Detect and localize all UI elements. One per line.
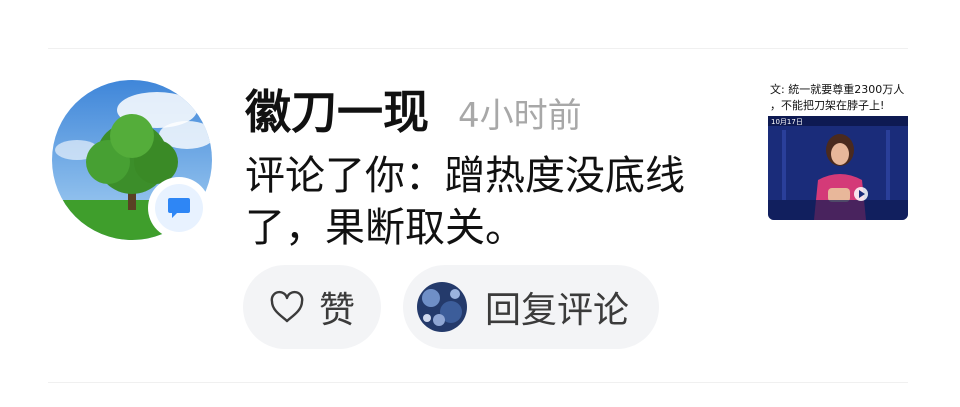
- like-label: 赞: [319, 290, 356, 331]
- thumbnail-video-frame: 10月17日: [768, 116, 908, 220]
- heart-outline-icon: [270, 290, 304, 323]
- svg-text:10月17日: 10月17日: [771, 118, 803, 126]
- video-thumbnail[interactable]: 文: 統一就要尊重2300万人 ，不能把刀架在脖子上! 10月17日: [768, 82, 908, 220]
- comment-text[interactable]: 评论了你：蹭热度没底线了，果断取关。: [245, 150, 715, 254]
- comment-badge: [148, 177, 210, 239]
- reply-comment-button[interactable]: 回复评论: [403, 265, 659, 349]
- username[interactable]: 徽刀一现: [245, 82, 429, 142]
- reply-user-avatar: [417, 282, 467, 332]
- timestamp: 4小时前: [458, 96, 582, 136]
- comment-bubble-icon: [168, 198, 190, 218]
- thumbnail-caption: 文: 統一就要尊重2300万人 ，不能把刀架在脖子上!: [770, 83, 905, 112]
- top-divider: [48, 48, 908, 49]
- bottom-divider: [48, 382, 908, 383]
- reply-label: 回复评论: [485, 290, 630, 331]
- like-button[interactable]: 赞: [243, 265, 381, 349]
